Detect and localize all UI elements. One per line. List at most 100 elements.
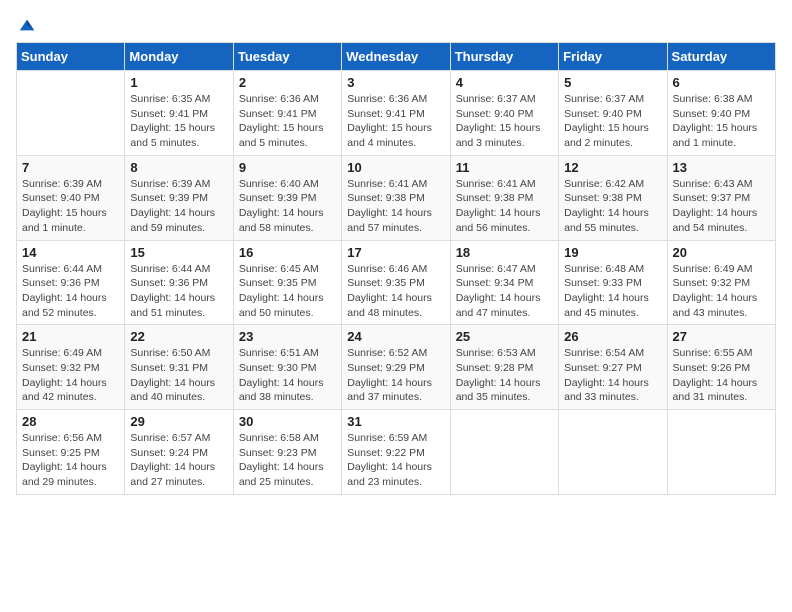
day-number: 14 (22, 245, 119, 260)
calendar-cell: 14 Sunrise: 6:44 AM Sunset: 9:36 PM Dayli… (17, 240, 125, 325)
day-info: Sunrise: 6:53 AM Sunset: 9:28 PM Dayligh… (456, 346, 553, 405)
calendar-cell (450, 410, 558, 495)
day-number: 8 (130, 160, 227, 175)
day-info: Sunrise: 6:49 AM Sunset: 9:32 PM Dayligh… (673, 262, 770, 321)
day-info: Sunrise: 6:41 AM Sunset: 9:38 PM Dayligh… (456, 177, 553, 236)
header-day-thursday: Thursday (450, 43, 558, 71)
header-day-friday: Friday (559, 43, 667, 71)
calendar-cell: 25 Sunrise: 6:53 AM Sunset: 9:28 PM Dayli… (450, 325, 558, 410)
calendar-cell: 27 Sunrise: 6:55 AM Sunset: 9:26 PM Dayli… (667, 325, 775, 410)
day-info: Sunrise: 6:39 AM Sunset: 9:40 PM Dayligh… (22, 177, 119, 236)
calendar-cell: 5 Sunrise: 6:37 AM Sunset: 9:40 PM Daylig… (559, 71, 667, 156)
day-number: 29 (130, 414, 227, 429)
day-number: 20 (673, 245, 770, 260)
header-row: SundayMondayTuesdayWednesdayThursdayFrid… (17, 43, 776, 71)
calendar-cell: 23Sunrise: 6:51 AM Sunset: 9:30 PM Dayli… (233, 325, 341, 410)
day-number: 21 (22, 329, 119, 344)
day-number: 11 (456, 160, 553, 175)
day-info: Sunrise: 6:56 AM Sunset: 9:25 PM Dayligh… (22, 431, 119, 490)
day-info: Sunrise: 6:45 AM Sunset: 9:35 PM Dayligh… (239, 262, 336, 321)
day-number: 28 (22, 414, 119, 429)
calendar-cell: 30 Sunrise: 6:58 AM Sunset: 9:23 PM Dayli… (233, 410, 341, 495)
header-day-saturday: Saturday (667, 43, 775, 71)
day-number: 13 (673, 160, 770, 175)
calendar-cell: 22 Sunrise: 6:50 AM Sunset: 9:31 PM Dayli… (125, 325, 233, 410)
day-number: 2 (239, 75, 336, 90)
calendar-cell: 10Sunrise: 6:41 AM Sunset: 9:38 PM Dayli… (342, 155, 450, 240)
day-info: Sunrise: 6:35 AM Sunset: 9:41 PM Dayligh… (130, 92, 227, 151)
calendar-cell (17, 71, 125, 156)
header-day-monday: Monday (125, 43, 233, 71)
day-info: Sunrise: 6:37 AM Sunset: 9:40 PM Dayligh… (564, 92, 661, 151)
day-number: 30 (239, 414, 336, 429)
day-number: 22 (130, 329, 227, 344)
day-number: 6 (673, 75, 770, 90)
calendar-cell: 21 Sunrise: 6:49 AM Sunset: 9:32 PM Dayli… (17, 325, 125, 410)
day-info: Sunrise: 6:46 AM Sunset: 9:35 PM Dayligh… (347, 262, 444, 321)
calendar-cell: 3 Sunrise: 6:36 AM Sunset: 9:41 PM Daylig… (342, 71, 450, 156)
logo-icon (18, 16, 36, 34)
calendar-cell: 26 Sunrise: 6:54 AM Sunset: 9:27 PM Dayli… (559, 325, 667, 410)
calendar-cell (559, 410, 667, 495)
day-info: Sunrise: 6:58 AM Sunset: 9:23 PM Dayligh… (239, 431, 336, 490)
day-number: 27 (673, 329, 770, 344)
day-number: 31 (347, 414, 444, 429)
calendar-cell: 8Sunrise: 6:39 AM Sunset: 9:39 PM Daylig… (125, 155, 233, 240)
day-info: Sunrise: 6:48 AM Sunset: 9:33 PM Dayligh… (564, 262, 661, 321)
calendar-cell: 12Sunrise: 6:42 AM Sunset: 9:38 PM Dayli… (559, 155, 667, 240)
day-info: Sunrise: 6:43 AM Sunset: 9:37 PM Dayligh… (673, 177, 770, 236)
calendar-cell: 18 Sunrise: 6:47 AM Sunset: 9:34 PM Dayli… (450, 240, 558, 325)
calendar-body: 1 Sunrise: 6:35 AM Sunset: 9:41 PM Daylig… (17, 71, 776, 495)
day-number: 5 (564, 75, 661, 90)
day-number: 4 (456, 75, 553, 90)
calendar-cell: 17 Sunrise: 6:46 AM Sunset: 9:35 PM Dayli… (342, 240, 450, 325)
day-number: 15 (130, 245, 227, 260)
calendar-cell: 11 Sunrise: 6:41 AM Sunset: 9:38 PM Dayli… (450, 155, 558, 240)
calendar-cell: 1 Sunrise: 6:35 AM Sunset: 9:41 PM Daylig… (125, 71, 233, 156)
day-number: 16 (239, 245, 336, 260)
day-info: Sunrise: 6:57 AM Sunset: 9:24 PM Dayligh… (130, 431, 227, 490)
calendar-week-5: 28 Sunrise: 6:56 AM Sunset: 9:25 PM Dayli… (17, 410, 776, 495)
calendar-cell: 2Sunrise: 6:36 AM Sunset: 9:41 PM Daylig… (233, 71, 341, 156)
calendar-cell: 24 Sunrise: 6:52 AM Sunset: 9:29 PM Dayli… (342, 325, 450, 410)
calendar-cell: 13 Sunrise: 6:43 AM Sunset: 9:37 PM Dayli… (667, 155, 775, 240)
day-info: Sunrise: 6:40 AM Sunset: 9:39 PM Dayligh… (239, 177, 336, 236)
day-info: Sunrise: 6:59 AM Sunset: 9:22 PM Dayligh… (347, 431, 444, 490)
calendar-week-1: 1 Sunrise: 6:35 AM Sunset: 9:41 PM Daylig… (17, 71, 776, 156)
calendar-cell: 19 Sunrise: 6:48 AM Sunset: 9:33 PM Dayli… (559, 240, 667, 325)
day-number: 17 (347, 245, 444, 260)
page-header (16, 16, 776, 34)
day-info: Sunrise: 6:50 AM Sunset: 9:31 PM Dayligh… (130, 346, 227, 405)
day-info: Sunrise: 6:52 AM Sunset: 9:29 PM Dayligh… (347, 346, 444, 405)
header-day-sunday: Sunday (17, 43, 125, 71)
day-number: 7 (22, 160, 119, 175)
day-number: 19 (564, 245, 661, 260)
calendar-cell: 7 Sunrise: 6:39 AM Sunset: 9:40 PM Daylig… (17, 155, 125, 240)
day-number: 9 (239, 160, 336, 175)
day-info: Sunrise: 6:42 AM Sunset: 9:38 PM Dayligh… (564, 177, 661, 236)
day-number: 25 (456, 329, 553, 344)
calendar-cell: 16 Sunrise: 6:45 AM Sunset: 9:35 PM Dayli… (233, 240, 341, 325)
calendar-week-3: 14 Sunrise: 6:44 AM Sunset: 9:36 PM Dayli… (17, 240, 776, 325)
logo (16, 16, 36, 34)
day-number: 18 (456, 245, 553, 260)
day-number: 3 (347, 75, 444, 90)
calendar-header: SundayMondayTuesdayWednesdayThursdayFrid… (17, 43, 776, 71)
day-number: 24 (347, 329, 444, 344)
day-number: 1 (130, 75, 227, 90)
day-info: Sunrise: 6:47 AM Sunset: 9:34 PM Dayligh… (456, 262, 553, 321)
calendar-table: SundayMondayTuesdayWednesdayThursdayFrid… (16, 42, 776, 495)
day-info: Sunrise: 6:44 AM Sunset: 9:36 PM Dayligh… (22, 262, 119, 321)
day-info: Sunrise: 6:37 AM Sunset: 9:40 PM Dayligh… (456, 92, 553, 151)
day-info: Sunrise: 6:36 AM Sunset: 9:41 PM Dayligh… (347, 92, 444, 151)
day-number: 23 (239, 329, 336, 344)
calendar-cell: 29 Sunrise: 6:57 AM Sunset: 9:24 PM Dayli… (125, 410, 233, 495)
day-info: Sunrise: 6:41 AM Sunset: 9:38 PM Dayligh… (347, 177, 444, 236)
day-info: Sunrise: 6:54 AM Sunset: 9:27 PM Dayligh… (564, 346, 661, 405)
header-day-wednesday: Wednesday (342, 43, 450, 71)
day-info: Sunrise: 6:55 AM Sunset: 9:26 PM Dayligh… (673, 346, 770, 405)
day-info: Sunrise: 6:49 AM Sunset: 9:32 PM Dayligh… (22, 346, 119, 405)
calendar-cell: 28 Sunrise: 6:56 AM Sunset: 9:25 PM Dayli… (17, 410, 125, 495)
header-day-tuesday: Tuesday (233, 43, 341, 71)
day-number: 26 (564, 329, 661, 344)
